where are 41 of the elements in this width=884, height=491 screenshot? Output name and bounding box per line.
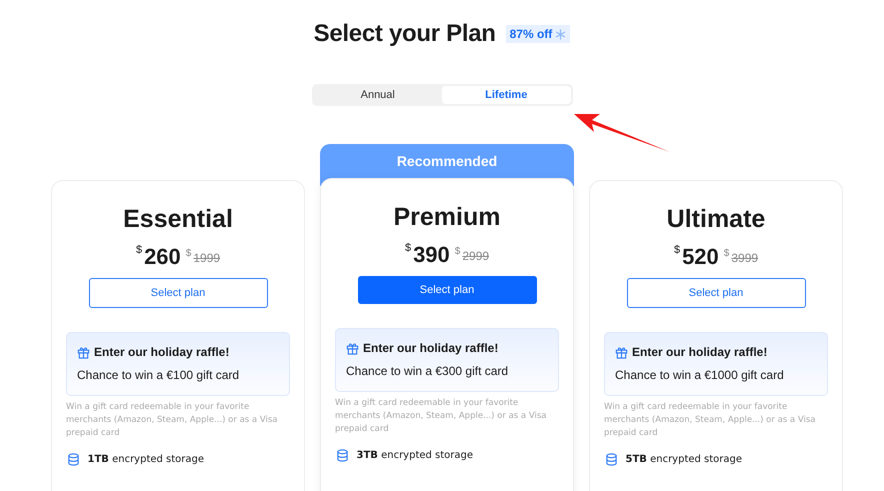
- billing-tab[interactable]: Lifetime: [442, 86, 570, 104]
- old-price: 1999: [193, 251, 220, 265]
- raffle-text: Chance to win a €300 gift card: [346, 364, 510, 378]
- discount-badge: 87% off: [506, 25, 570, 43]
- currency-symbol: $: [454, 246, 460, 257]
- currency-symbol: $: [186, 248, 192, 259]
- snowflake-icon: [555, 28, 566, 40]
- price: 390: [413, 242, 450, 268]
- feature-text: 1TB encrypted storage: [88, 454, 204, 466]
- currency-symbol: $: [674, 244, 680, 256]
- old-price: 3999: [731, 251, 758, 265]
- feature-text: 5TB encrypted storage: [626, 454, 742, 466]
- fine-print: Win a gift card redeemable in your favorite merchants (Amazon, Steam, Apple...) or as a Visa prepaid card: [66, 401, 278, 440]
- feature-text: 3TB encrypted storage: [356, 450, 474, 462]
- price: 520: [682, 244, 719, 270]
- select-plan-button[interactable]: Select plan: [358, 276, 536, 304]
- plan-name: Premium: [394, 203, 500, 232]
- gift-icon: [615, 346, 628, 358]
- raffle-text: Chance to win a €100 gift card: [77, 368, 240, 382]
- currency-symbol: $: [136, 244, 142, 256]
- currency-symbol: $: [404, 242, 412, 254]
- select-plan-button[interactable]: Select plan: [88, 278, 268, 308]
- select-plan-button[interactable]: Select plan: [626, 278, 806, 308]
- raffle-title: Enter our holiday raffle!: [363, 341, 498, 355]
- gift-icon: [346, 342, 359, 354]
- raffle-text: Chance to win a €1000 gift card: [615, 368, 785, 382]
- raffle-title: Enter our holiday raffle!: [94, 345, 230, 359]
- database-icon: [66, 453, 80, 466]
- price: 260: [144, 244, 181, 270]
- database-icon: [604, 453, 618, 466]
- fine-print: Win a gift card redeemable in your favorite merchants (Amazon, Steam, Apple...) or as a Visa prepaid card: [335, 397, 548, 436]
- currency-symbol: $: [724, 248, 730, 259]
- old-price: 2999: [462, 249, 490, 263]
- page-title: Select your Plan: [314, 20, 496, 48]
- plan-name: Essential: [123, 205, 233, 234]
- fine-print: Win a gift card redeemable in your favorite merchants (Amazon, Steam, Apple...) or as a Visa prepaid card: [604, 401, 816, 440]
- database-icon: [336, 449, 348, 462]
- billing-tab[interactable]: Annual: [314, 86, 442, 104]
- gift-icon: [77, 346, 90, 358]
- raffle-title: Enter our holiday raffle!: [632, 345, 768, 359]
- plan-name: Ultimate: [666, 205, 766, 234]
